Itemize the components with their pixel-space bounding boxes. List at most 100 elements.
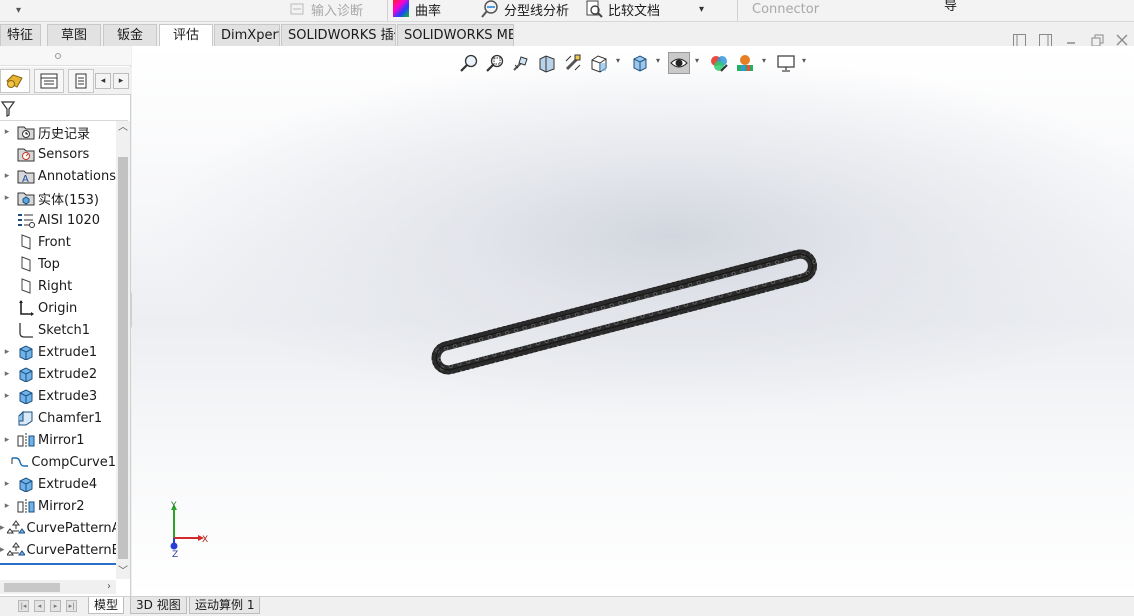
tab-dimxpert[interactable]: DimXpert [214,24,280,46]
filter-icon[interactable] [1,101,15,117]
compare-documents-button[interactable]: 比较文档 [585,0,660,19]
tree-item-origin[interactable]: Origin [0,297,116,319]
expand-arrow-icon[interactable]: ▸ [0,369,14,379]
scroll-down-icon[interactable]: ﹀ [116,565,130,579]
sketch-icon [16,321,36,339]
scroll-right-icon[interactable]: › [102,580,116,594]
tree-item-extrude1[interactable]: ▸ Extrude1 [0,341,116,363]
tab-model[interactable]: 模型 [88,597,125,614]
tree-item-label: Top [38,256,60,272]
tab-solidworks-addins[interactable]: SOLIDWORKS 插件 [281,24,396,46]
tree-horizontal-scrollbar[interactable]: › [0,580,116,594]
tree-item-label: Extrude2 [38,366,98,382]
expand-arrow-icon[interactable]: ▸ [0,523,5,533]
tree-item-solid-bodies[interactable]: ▸ 实体(153) [0,187,116,209]
tree-item-mirror1[interactable]: ▸ Mirror1 [0,429,116,451]
tab-label: 特征 [7,28,34,43]
tree-item-label: 实体(153) [38,192,99,208]
tab-features[interactable]: 特征 [0,24,41,46]
expand-arrow-icon[interactable]: ▸ [0,193,14,203]
sensor-icon [16,145,36,163]
tree-item-mirror2[interactable]: ▸ Mirror2 [0,495,116,517]
expand-arrow-icon[interactable]: ▸ [0,127,14,137]
next-tab-nav-icon[interactable]: ▸ [50,600,61,612]
tree-item-label: Sensors [38,146,90,162]
expand-arrow-icon[interactable]: ▸ [0,391,14,401]
tab-label: 运动算例 1 [195,598,255,612]
svg-text:A: A [22,174,29,184]
curvature-icon [393,0,409,17]
tree-item-history[interactable]: ▸ 历史记录 [0,121,116,143]
parting-line-label: 分型线分析 [504,3,570,19]
expand-arrow-icon[interactable]: ▸ [0,435,14,445]
tree-item-chamfer1[interactable]: Chamfer1 [0,407,116,429]
tree-item-material[interactable]: AISI 1020 [0,209,116,231]
tab-label: SOLIDWORKS 插件 [288,28,396,43]
tree-item-extrude3[interactable]: ▸ Extrude3 [0,385,116,407]
configurationmanager-tab[interactable] [68,69,94,93]
tree-item-curvepattern-b[interactable]: ▸ CurvePatternB [0,539,116,559]
tab-label: 模型 [94,598,119,612]
expand-arrow-icon[interactable]: ▸ [0,545,5,555]
tree-filter-bar[interactable] [0,96,128,121]
tree-item-extrude2[interactable]: ▸ Extrude2 [0,363,116,385]
ribbon-partial-label: 导 [944,0,958,14]
input-diagnosis-button[interactable]: 输入诊断 [288,0,363,19]
expand-arrow-icon[interactable]: ▸ [0,501,14,511]
graphics-area[interactable]: ▾ ▾ ▾ ▾ ▾ Y X Z [132,46,1134,598]
rollback-bar[interactable] [0,563,116,565]
tree-item-annotations[interactable]: ▸ A Annotations [0,165,116,187]
feature-tree: ▸ 历史记录 Sensors ▸ A Annotations ▸ 实体(153)… [0,121,116,559]
connector-button[interactable]: Connector [752,0,819,19]
panel-tab-prev-button[interactable]: ◂ [95,73,111,89]
tab-3d-views[interactable]: 3D 视图 [130,597,187,614]
panel-tab-next-button[interactable]: ▸ [113,73,129,89]
compare-documents-label: 比较文档 [608,3,661,19]
compare-documents-icon [586,0,603,18]
tree-item-extrude4[interactable]: ▸ Extrude4 [0,473,116,495]
last-tab-nav-icon[interactable]: ▸| [66,600,77,612]
propertymanager-tab[interactable] [34,69,64,93]
extrude-icon [16,475,36,493]
scroll-up-icon[interactable]: ︿ [116,121,130,135]
tab-evaluate[interactable]: 评估 [159,24,213,46]
axis-triad: Y X Z [170,501,208,558]
mirror-icon [16,431,36,449]
tree-item-label: Sketch1 [38,322,91,338]
tree-item-label: CurvePatternA [26,520,116,536]
tree-item-right-plane[interactable]: Right [0,275,116,297]
tree-item-top-plane[interactable]: Top [0,253,116,275]
tree-vertical-scrollbar[interactable]: ︿ ﹀ [116,121,130,579]
chain-model[interactable] [132,46,1134,598]
first-tab-nav-icon[interactable]: |◂ [18,600,29,612]
curvature-label: 曲率 [415,3,442,19]
ribbon-dropdown-arrow[interactable]: ▾ [16,0,21,20]
extrude-icon [16,343,36,361]
tree-item-label: Extrude4 [38,476,98,492]
tree-item-label: AISI 1020 [38,212,101,228]
tree-item-front-plane[interactable]: Front [0,231,116,253]
tree-item-sensors[interactable]: Sensors [0,143,116,165]
tree-item-curvepattern-a[interactable]: ▸ CurvePatternA [0,517,116,539]
parting-line-analysis-button[interactable]: 分型线分析 [481,0,569,19]
featuremanager-tab[interactable] [0,69,30,93]
scroll-thumb[interactable] [4,583,60,592]
tree-item-sketch1[interactable]: Sketch1 [0,319,116,341]
material-icon [16,211,36,229]
scroll-thumb[interactable] [118,157,128,559]
ribbon-more-dropdown[interactable]: ▾ [699,0,704,19]
tree-item-label: 历史记录 [38,126,91,142]
expand-arrow-icon[interactable]: ▸ [0,347,14,357]
extrude-icon [16,387,36,405]
tab-motion-study[interactable]: 运动算例 1 [189,597,261,614]
expand-arrow-icon[interactable]: ▸ [0,479,14,489]
tab-sketch[interactable]: 草图 [47,24,101,46]
panel-grip[interactable] [0,46,131,66]
tab-solidworks-mbd[interactable]: SOLIDWORKS MBD [397,24,514,46]
expand-arrow-icon[interactable]: ▸ [0,171,14,181]
tab-sheet-metal[interactable]: 钣金 [103,24,157,46]
prev-tab-nav-icon[interactable]: ◂ [34,600,45,612]
curvature-button[interactable]: 曲率 [392,0,441,19]
tree-item-compcurve1[interactable]: CompCurve1 [0,451,116,473]
plane-icon [16,233,36,251]
